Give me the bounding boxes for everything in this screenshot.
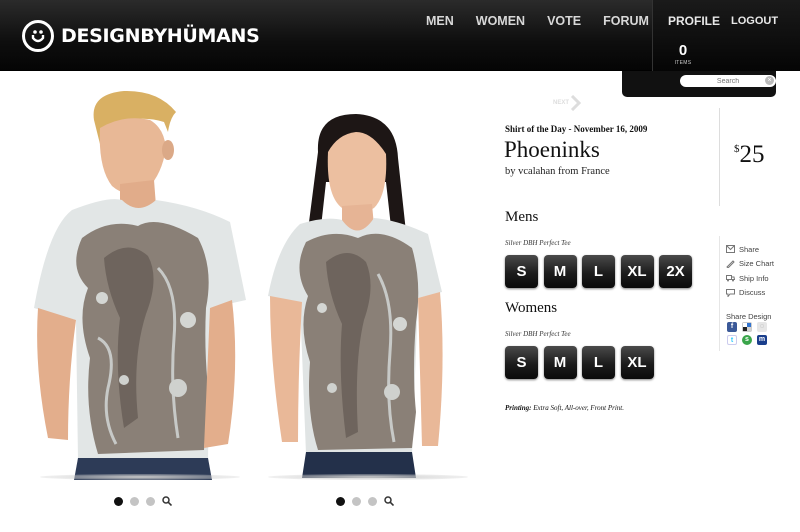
product-image-womens[interactable] (262, 112, 448, 478)
pager-dot[interactable] (368, 496, 377, 506)
logout-link[interactable]: LOGOUT (731, 15, 778, 27)
product-actions: Share Size Chart Ship Info Discuss (726, 242, 774, 300)
pager-dot[interactable] (146, 496, 155, 506)
cart-count[interactable]: 0 (651, 43, 715, 59)
truck-icon (726, 275, 735, 282)
price-currency: $ (734, 143, 740, 155)
pager-dot[interactable] (336, 496, 345, 506)
price-amount: 25 (739, 141, 765, 168)
twitter-icon[interactable]: t (727, 335, 737, 345)
profile-link[interactable]: PROFILE (668, 14, 720, 28)
zoom-icon[interactable] (162, 496, 172, 506)
chevron-right-icon (570, 95, 582, 111)
mens-image-pager (114, 496, 172, 506)
image-shadow (268, 474, 468, 480)
nav-women[interactable]: WOMEN (476, 14, 525, 28)
zoom-icon[interactable] (384, 496, 394, 506)
logo-text: DESIGNBYHÜMANS (61, 25, 260, 47)
next-label: NEXT (553, 100, 570, 106)
share-label: Share (739, 244, 760, 254)
pager-dot[interactable] (130, 496, 139, 506)
facebook-icon[interactable]: f (727, 322, 737, 332)
delicious-icon[interactable] (742, 322, 752, 332)
mens-size-l[interactable]: L (582, 255, 615, 288)
womens-size-s[interactable]: S (505, 346, 538, 379)
mens-heading: Mens (505, 209, 539, 225)
sidebar-divider (719, 236, 720, 351)
womens-size-m[interactable]: M (543, 346, 577, 379)
discuss-label: Discuss (739, 288, 766, 298)
mens-size-s[interactable]: S (505, 255, 538, 288)
chat-icon (726, 288, 735, 297)
digg-icon[interactable]: ◌ (757, 322, 767, 332)
search-input[interactable] (680, 75, 776, 87)
main-nav: MEN WOMEN VOTE FORUM (426, 14, 671, 28)
image-shadow (40, 474, 240, 480)
size-chart-link[interactable]: Size Chart (726, 257, 774, 272)
share-icon-grid: f ◌ t s m (727, 322, 775, 348)
nav-forum[interactable]: FORUM (603, 14, 649, 28)
womens-tee-type: Silver DBH Perfect Tee (505, 330, 571, 338)
mail-icon (726, 245, 735, 254)
mens-size-2x[interactable]: 2X (659, 255, 692, 288)
nav-vote[interactable]: VOTE (547, 14, 581, 28)
ship-info-link[interactable]: Ship Info (726, 271, 774, 286)
site-logo[interactable]: DESIGNBYHÜMANS (22, 19, 260, 53)
ruler-icon (726, 260, 735, 268)
mens-size-m[interactable]: M (543, 255, 577, 288)
discuss-link[interactable]: Discuss (726, 286, 774, 301)
shirt-of-the-day-label: Shirt of the Day - November 16, 2009 (505, 124, 648, 134)
search-clear-icon[interactable]: × (765, 76, 774, 85)
product-image-mens[interactable] (28, 88, 250, 480)
ship-info-label: Ship Info (739, 273, 769, 283)
price-divider (719, 108, 720, 206)
share-design-title: Share Design (726, 312, 772, 321)
printing-info: Printing: Extra Soft, All-over, Front Pr… (505, 404, 624, 412)
stumbleupon-icon[interactable]: s (742, 335, 752, 345)
nav-men[interactable]: MEN (426, 14, 454, 28)
site-header: DESIGNBYHÜMANS MEN WOMEN VOTE FORUM PROF… (0, 0, 800, 71)
womens-size-selector: S M L XL (505, 346, 659, 379)
pager-dot[interactable] (352, 496, 361, 506)
product-title: Phoeninks (504, 137, 600, 162)
womens-image-pager (336, 496, 394, 506)
mens-tee-type: Silver DBH Perfect Tee (505, 239, 571, 247)
logo-smiley-icon (22, 20, 54, 52)
womens-heading: Womens (505, 300, 558, 316)
next-product-link[interactable]: NEXT (553, 95, 582, 111)
womens-size-xl[interactable]: XL (620, 346, 654, 379)
pager-dot[interactable] (114, 496, 123, 506)
printing-text: Extra Soft, All-over, Front Print. (533, 404, 625, 412)
myspace-icon[interactable]: m (757, 335, 767, 345)
product-price: $25 (734, 141, 765, 169)
womens-size-l[interactable]: L (582, 346, 615, 379)
size-chart-label: Size Chart (739, 259, 775, 269)
mens-size-xl[interactable]: XL (620, 255, 654, 288)
printing-label: Printing: (505, 404, 532, 412)
product-byline: by vcalahan from France (505, 166, 610, 177)
cart-label: ITEMS (674, 60, 692, 66)
mens-size-selector: S M L XL 2X (505, 255, 698, 288)
share-link[interactable]: Share (726, 242, 774, 257)
